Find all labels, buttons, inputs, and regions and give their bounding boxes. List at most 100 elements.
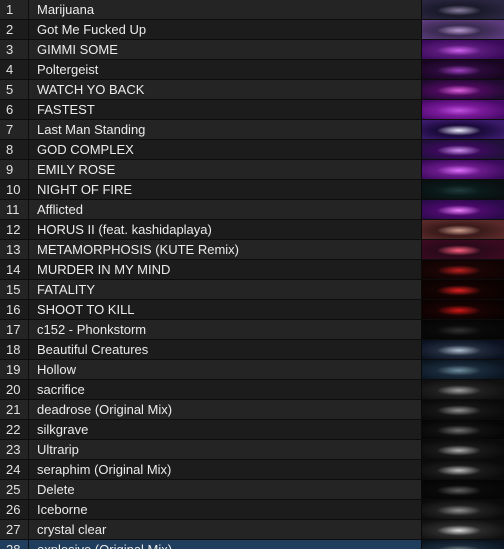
track-number: 2 <box>0 20 29 39</box>
track-number: 16 <box>0 300 29 319</box>
track-row[interactable]: 18 Beautiful Creatures <box>0 340 504 360</box>
track-title: GIMMI SOME <box>37 42 118 57</box>
track-number: 22 <box>0 420 29 439</box>
track-row[interactable]: 15 FATALITY <box>0 280 504 300</box>
track-title: METAMORPHOSIS (KUTE Remix) <box>37 242 239 257</box>
track-number: 8 <box>0 140 29 159</box>
album-art-thumbnail <box>422 280 504 299</box>
track-title: MURDER IN MY MIND <box>37 262 171 277</box>
album-art-thumbnail <box>422 0 504 19</box>
track-row[interactable]: 9 EMILY ROSE <box>0 160 504 180</box>
track-number: 25 <box>0 480 29 499</box>
album-art-thumbnail <box>422 480 504 499</box>
track-title: HORUS II (feat. kashidaplaya) <box>37 222 212 237</box>
track-row[interactable]: 12 HORUS II (feat. kashidaplaya) <box>0 220 504 240</box>
album-art-thumbnail <box>422 400 504 419</box>
track-number: 18 <box>0 340 29 359</box>
track-row[interactable]: 14 MURDER IN MY MIND <box>0 260 504 280</box>
album-art-thumbnail <box>422 500 504 519</box>
track-title: deadrose (Original Mix) <box>37 402 173 417</box>
album-art-thumbnail <box>422 140 504 159</box>
track-title: Last Man Standing <box>37 122 146 137</box>
track-row[interactable]: 10 NIGHT OF FIRE <box>0 180 504 200</box>
track-title: crystal clear <box>37 522 107 537</box>
track-title: Poltergeist <box>37 62 99 77</box>
album-art-thumbnail <box>422 520 504 539</box>
album-art-thumbnail <box>422 80 504 99</box>
track-title: seraphim (Original Mix) <box>37 462 172 477</box>
track-number: 28 <box>0 540 29 549</box>
track-number: 26 <box>0 500 29 519</box>
track-number: 7 <box>0 120 29 139</box>
album-art-thumbnail <box>422 320 504 339</box>
track-list: 1 Marijuana 2 Got Me Fucked Up 3 GIMMI SOME 4 P… <box>0 0 504 549</box>
track-number: 12 <box>0 220 29 239</box>
track-number: 24 <box>0 460 29 479</box>
track-title: FATALITY <box>37 282 96 297</box>
track-row[interactable]: 6 FASTEST <box>0 100 504 120</box>
track-number: 20 <box>0 380 29 399</box>
track-title: Hollow <box>37 362 77 377</box>
album-art-thumbnail <box>422 40 504 59</box>
track-row[interactable]: 25 Delete <box>0 480 504 500</box>
track-number: 27 <box>0 520 29 539</box>
album-art-thumbnail <box>422 240 504 259</box>
album-art-thumbnail <box>422 380 504 399</box>
album-art-thumbnail <box>422 60 504 79</box>
track-title: SHOOT TO KILL <box>37 302 135 317</box>
track-row[interactable]: 28 explosive (Original Mix) <box>0 540 504 549</box>
track-title: explosive (Original Mix) <box>37 540 417 549</box>
track-row[interactable]: 16 SHOOT TO KILL <box>0 300 504 320</box>
album-art-thumbnail <box>422 260 504 279</box>
album-art-thumbnail <box>422 420 504 439</box>
track-number: 5 <box>0 80 29 99</box>
track-title: Got Me Fucked Up <box>37 22 147 37</box>
track-title: Delete <box>37 482 75 497</box>
track-row[interactable]: 22 silkgrave <box>0 420 504 440</box>
track-row[interactable]: 8 GOD COMPLEX <box>0 140 504 160</box>
album-art-thumbnail <box>422 220 504 239</box>
album-art-thumbnail <box>422 20 504 39</box>
track-title: Marijuana <box>37 2 95 17</box>
track-row[interactable]: 7 Last Man Standing <box>0 120 504 140</box>
track-row[interactable]: 3 GIMMI SOME <box>0 40 504 60</box>
track-title: Ultrarip <box>37 442 79 457</box>
album-art-thumbnail <box>422 200 504 219</box>
track-title: WATCH YO BACK <box>37 82 145 97</box>
track-title: c152 - Phonkstorm <box>37 322 147 337</box>
track-number: 4 <box>0 60 29 79</box>
track-row[interactable]: 20 sacrifice <box>0 380 504 400</box>
track-row[interactable]: 5 WATCH YO BACK <box>0 80 504 100</box>
track-row[interactable]: 13 METAMORPHOSIS (KUTE Remix) <box>0 240 504 260</box>
track-row[interactable]: 2 Got Me Fucked Up <box>0 20 504 40</box>
track-title: Iceborne <box>37 502 88 517</box>
track-number: 23 <box>0 440 29 459</box>
track-number: 1 <box>0 0 29 19</box>
track-number: 14 <box>0 260 29 279</box>
track-number: 9 <box>0 160 29 179</box>
track-row[interactable]: 21 deadrose (Original Mix) <box>0 400 504 420</box>
album-art-thumbnail <box>422 180 504 199</box>
album-art-thumbnail <box>422 460 504 479</box>
track-row[interactable]: 17 c152 - Phonkstorm <box>0 320 504 340</box>
album-art-thumbnail <box>422 340 504 359</box>
track-row[interactable]: 27 crystal clear <box>0 520 504 540</box>
track-title: EMILY ROSE <box>37 162 116 177</box>
track-row[interactable]: 23 Ultrarip <box>0 440 504 460</box>
track-row[interactable]: 11 Afflicted <box>0 200 504 220</box>
track-row[interactable]: 19 Hollow <box>0 360 504 380</box>
track-number: 11 <box>0 200 29 219</box>
track-title: FASTEST <box>37 102 95 117</box>
track-row[interactable]: 24 seraphim (Original Mix) <box>0 460 504 480</box>
album-art-thumbnail <box>422 300 504 319</box>
track-row[interactable]: 4 Poltergeist <box>0 60 504 80</box>
track-title: silkgrave <box>37 422 89 437</box>
track-title: NIGHT OF FIRE <box>37 182 133 197</box>
track-number: 17 <box>0 320 29 339</box>
track-row[interactable]: 1 Marijuana <box>0 0 504 20</box>
track-row[interactable]: 26 Iceborne <box>0 500 504 520</box>
album-art-thumbnail <box>422 120 504 139</box>
track-number: 15 <box>0 280 29 299</box>
track-title: Beautiful Creatures <box>37 342 149 357</box>
album-art-thumbnail <box>422 540 504 549</box>
